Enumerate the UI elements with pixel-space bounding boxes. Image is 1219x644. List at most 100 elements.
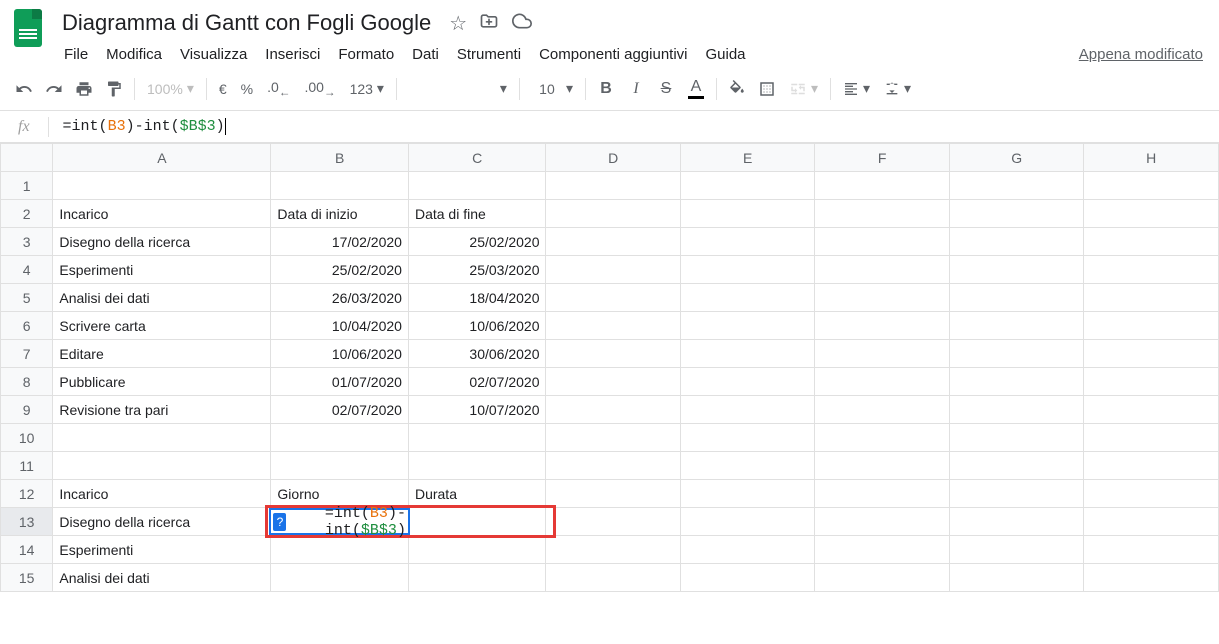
cell[interactable] — [1084, 424, 1219, 452]
cell[interactable] — [408, 564, 546, 592]
row-header[interactable]: 5 — [1, 284, 53, 312]
row-header[interactable]: 10 — [1, 424, 53, 452]
cell[interactable]: Disegno della ricerca — [53, 508, 271, 536]
cell[interactable] — [949, 312, 1083, 340]
cell[interactable] — [680, 536, 814, 564]
cell[interactable] — [680, 424, 814, 452]
cell[interactable] — [1084, 312, 1219, 340]
move-icon[interactable] — [479, 11, 499, 36]
cell[interactable] — [680, 200, 814, 228]
row-header[interactable]: 9 — [1, 396, 53, 424]
cell[interactable] — [1084, 368, 1219, 396]
cell[interactable] — [271, 424, 409, 452]
cell[interactable] — [949, 284, 1083, 312]
cell[interactable]: Analisi dei dati — [53, 564, 271, 592]
row-header[interactable]: 4 — [1, 256, 53, 284]
cell[interactable] — [680, 508, 814, 536]
cell[interactable] — [546, 564, 680, 592]
cell[interactable] — [815, 200, 949, 228]
cloud-icon[interactable] — [511, 11, 533, 36]
cell[interactable] — [680, 564, 814, 592]
cell[interactable]: Incarico — [53, 200, 271, 228]
cell[interactable]: Editare — [53, 340, 271, 368]
cell[interactable]: 26/03/2020 — [271, 284, 409, 312]
row-header[interactable]: 14 — [1, 536, 53, 564]
menu-format[interactable]: Formato — [330, 42, 402, 67]
cell[interactable] — [271, 452, 409, 480]
cell[interactable] — [815, 396, 949, 424]
cell[interactable] — [815, 340, 949, 368]
cell[interactable] — [546, 480, 680, 508]
cell[interactable] — [680, 312, 814, 340]
column-header-e[interactable]: E — [680, 144, 814, 172]
row-header[interactable]: 12 — [1, 480, 53, 508]
bold-button[interactable]: B — [592, 75, 620, 103]
row-header[interactable]: 13 — [1, 508, 53, 536]
cell[interactable]: Giorno — [271, 480, 409, 508]
cell[interactable]: 01/07/2020 — [271, 368, 409, 396]
cell[interactable] — [546, 424, 680, 452]
horizontal-align-button[interactable]: ▾ — [837, 80, 876, 97]
cell[interactable] — [546, 312, 680, 340]
cell[interactable] — [1084, 536, 1219, 564]
row-header[interactable]: 3 — [1, 228, 53, 256]
column-header-a[interactable]: A — [53, 144, 271, 172]
last-edit-link[interactable]: Appena modificato — [1071, 42, 1211, 67]
cell[interactable]: 10/07/2020 — [408, 396, 546, 424]
row-header[interactable]: 2 — [1, 200, 53, 228]
column-header-b[interactable]: B — [271, 144, 409, 172]
cell[interactable]: ?=int(B3)-int($B$3) — [271, 508, 409, 536]
cell[interactable] — [680, 228, 814, 256]
cell[interactable]: Incarico — [53, 480, 271, 508]
cell[interactable] — [815, 228, 949, 256]
paint-format-button[interactable] — [100, 75, 128, 103]
cell[interactable]: 02/07/2020 — [408, 368, 546, 396]
cell[interactable] — [408, 172, 546, 200]
cell[interactable] — [815, 256, 949, 284]
cell[interactable] — [271, 172, 409, 200]
cell[interactable]: Scrivere carta — [53, 312, 271, 340]
cell[interactable] — [546, 508, 680, 536]
row-header[interactable]: 11 — [1, 452, 53, 480]
font-family-dropdown[interactable]: ▾ — [403, 80, 513, 97]
cell[interactable] — [680, 480, 814, 508]
font-size-dropdown[interactable]: 10 ▾ — [526, 80, 579, 97]
cell[interactable] — [680, 340, 814, 368]
cell[interactable]: 10/06/2020 — [408, 312, 546, 340]
strikethrough-button[interactable]: S — [652, 75, 680, 103]
cell[interactable] — [949, 508, 1083, 536]
cell[interactable] — [53, 172, 271, 200]
cell[interactable]: Esperimenti — [53, 256, 271, 284]
cell[interactable] — [408, 508, 546, 536]
borders-button[interactable] — [753, 75, 781, 103]
formula-hint-icon[interactable]: ? — [273, 513, 286, 531]
currency-button[interactable]: € — [213, 81, 233, 97]
cell[interactable] — [815, 368, 949, 396]
cell[interactable] — [53, 424, 271, 452]
cell[interactable]: Data di fine — [408, 200, 546, 228]
cell[interactable] — [815, 172, 949, 200]
menu-insert[interactable]: Inserisci — [257, 42, 328, 67]
cell[interactable] — [546, 172, 680, 200]
cell[interactable]: 17/02/2020 — [271, 228, 409, 256]
column-header-c[interactable]: C — [408, 144, 546, 172]
cell[interactable] — [1084, 228, 1219, 256]
cell[interactable] — [949, 396, 1083, 424]
cell[interactable] — [546, 368, 680, 396]
cell[interactable] — [271, 564, 409, 592]
cell[interactable] — [408, 424, 546, 452]
cell[interactable] — [815, 508, 949, 536]
cell[interactable] — [546, 536, 680, 564]
cell[interactable] — [1084, 452, 1219, 480]
percent-button[interactable]: % — [235, 81, 259, 97]
cell[interactable] — [680, 368, 814, 396]
increase-decimal-button[interactable]: .00→ — [298, 79, 341, 99]
sheets-logo[interactable] — [8, 8, 48, 48]
formula-input[interactable]: =int(B3)-int($B$3) — [59, 118, 1209, 135]
column-header-d[interactable]: D — [546, 144, 680, 172]
vertical-align-button[interactable]: ▾ — [878, 80, 917, 97]
cell[interactable] — [1084, 396, 1219, 424]
cell[interactable] — [546, 256, 680, 284]
cell[interactable]: 25/02/2020 — [271, 256, 409, 284]
cell[interactable] — [680, 284, 814, 312]
